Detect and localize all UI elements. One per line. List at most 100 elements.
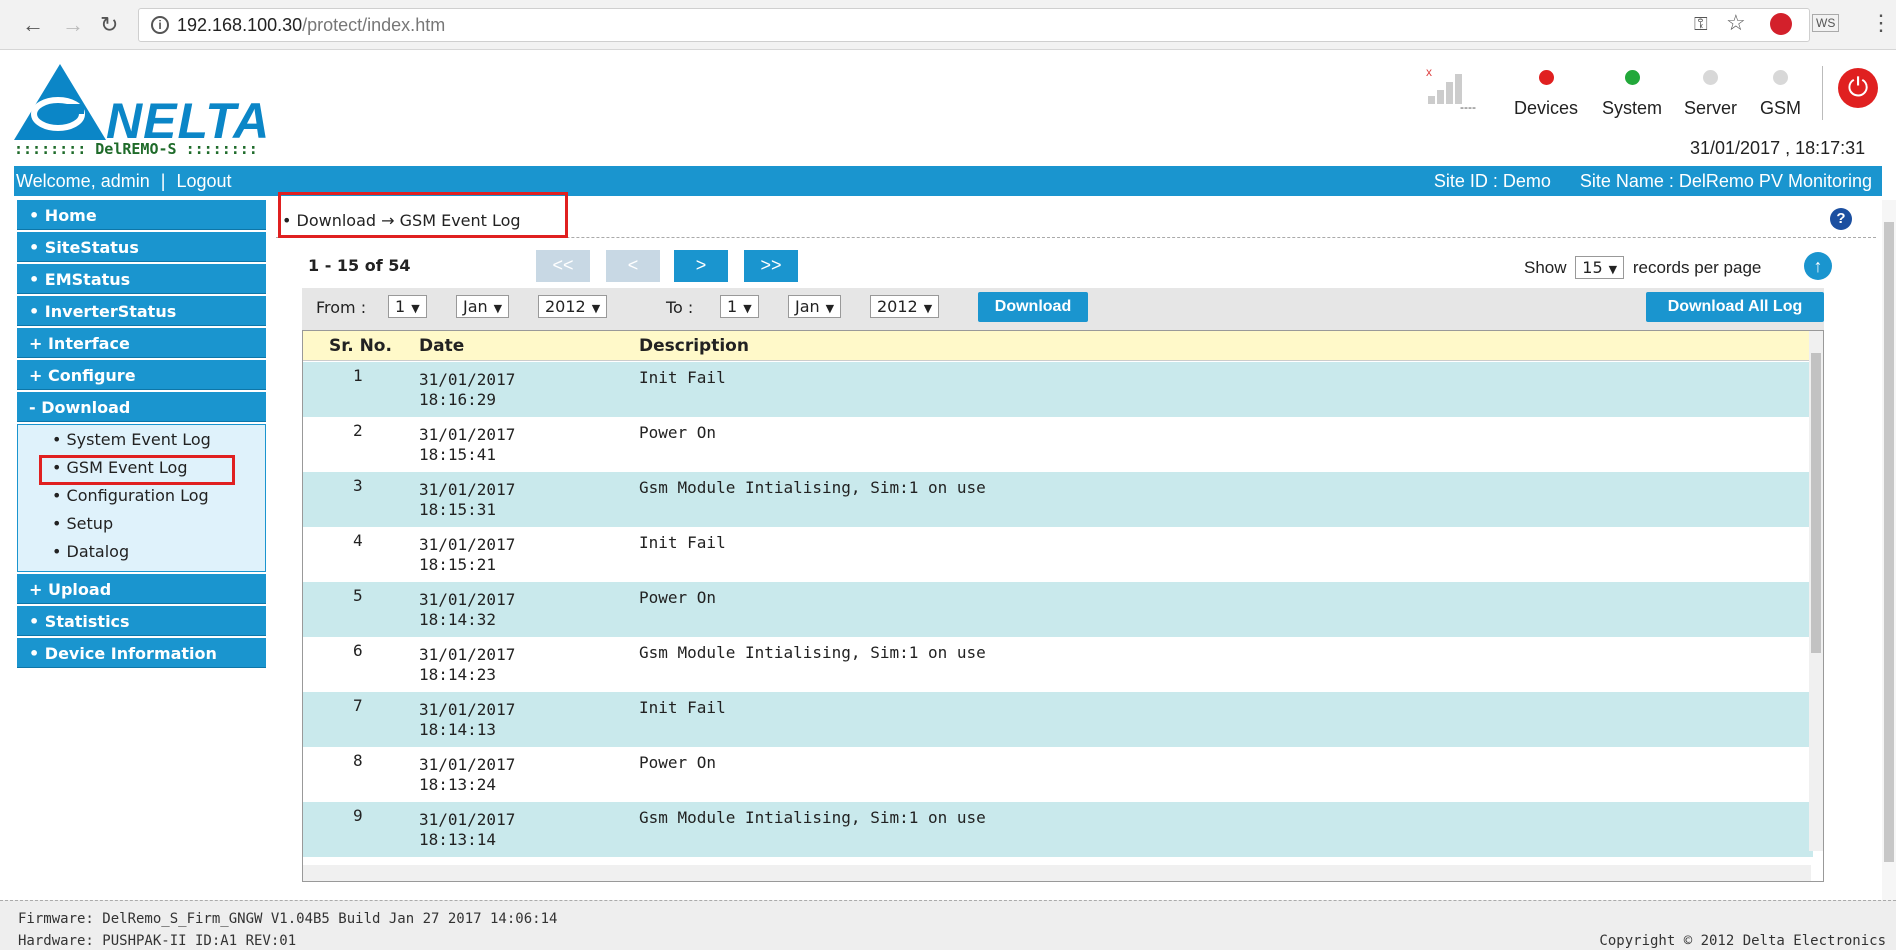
table-vertical-scrollbar[interactable] bbox=[1809, 331, 1823, 851]
reload-icon[interactable]: ↻ bbox=[100, 12, 118, 38]
sidebar-item-emstatus[interactable]: • EMStatus bbox=[17, 264, 266, 294]
sidebar-item-home[interactable]: • Home bbox=[17, 200, 266, 230]
to-day-value: 1 bbox=[727, 297, 738, 316]
address-bar[interactable]: i 192.168.100.30/protect/index.htm bbox=[138, 8, 1810, 42]
record-count: 1 - 15 of 54 bbox=[308, 256, 411, 275]
table-row: 2 31/01/2017 18:15:41 Power On bbox=[303, 417, 1813, 472]
status-dot-server bbox=[1703, 70, 1718, 85]
first-page-button[interactable]: << bbox=[536, 250, 590, 282]
copyright: Copyright © 2012 Delta Electronics bbox=[1599, 933, 1886, 949]
table-scroll-thumb[interactable] bbox=[1811, 353, 1821, 653]
cell-date-day: 31/01/2017 bbox=[419, 590, 516, 609]
sidebar-item-download[interactable]: - Download bbox=[17, 392, 266, 422]
cell-date-day: 31/01/2017 bbox=[419, 535, 516, 554]
prev-page-button[interactable]: < bbox=[606, 250, 660, 282]
extension-icon[interactable]: WS bbox=[1812, 14, 1840, 32]
next-page-button[interactable]: > bbox=[674, 250, 728, 282]
info-icon[interactable]: i bbox=[151, 16, 169, 34]
from-year-select[interactable]: 2012 ▼ bbox=[538, 295, 608, 318]
status-label-devices: Devices bbox=[1514, 98, 1579, 118]
chevron-down-icon: ▼ bbox=[411, 302, 420, 315]
cell-date-time: 18:13:14 bbox=[419, 830, 497, 849]
cell-date: 31/01/2017 18:14:32 bbox=[419, 590, 559, 630]
sidebar-subitem-system-event-log[interactable]: • System Event Log bbox=[18, 428, 265, 456]
to-month-select[interactable]: Jan ▼ bbox=[788, 295, 842, 318]
sidebar-item-configure[interactable]: + Configure bbox=[17, 360, 266, 390]
url-host: 192.168.100.30 bbox=[177, 15, 303, 35]
sidebar-item-interface[interactable]: + Interface bbox=[17, 328, 266, 358]
cell-sr: 9 bbox=[353, 806, 363, 825]
cell-description: Power On bbox=[639, 423, 717, 442]
col-header-date: Date bbox=[419, 336, 465, 356]
cell-date: 31/01/2017 18:13:14 bbox=[419, 810, 559, 850]
cell-description: Gsm Module Intialising, Sim:1 on use bbox=[639, 643, 986, 662]
cell-date-day: 31/01/2017 bbox=[419, 645, 516, 664]
site-name: Site Name : DelRemo PV Monitoring bbox=[1579, 171, 1872, 191]
download-button[interactable]: Download bbox=[978, 292, 1088, 322]
scroll-top-icon[interactable]: ↑ bbox=[1804, 252, 1832, 280]
table-horizontal-scrollbar[interactable] bbox=[303, 865, 1811, 881]
table-row: 5 31/01/2017 18:14:32 Power On bbox=[303, 582, 1813, 637]
table-body: 1 31/01/2017 18:16:29 Init Fail 2 31/01/2… bbox=[303, 362, 1813, 857]
cell-date-time: 18:15:31 bbox=[419, 500, 497, 519]
cell-date-time: 18:14:32 bbox=[419, 610, 497, 629]
sidebar-subitem-setup[interactable]: • Setup bbox=[18, 512, 265, 540]
chevron-down-icon: ▼ bbox=[825, 302, 835, 315]
sidebar-item-upload[interactable]: + Upload bbox=[17, 574, 266, 604]
key-icon[interactable]: ⚿ bbox=[1694, 14, 1708, 35]
page-scrollbar[interactable] bbox=[1882, 200, 1896, 900]
from-year-value: 2012 bbox=[545, 297, 586, 316]
from-day-select[interactable]: 1 ▼ bbox=[388, 295, 427, 318]
help-icon[interactable]: ? bbox=[1830, 208, 1852, 230]
cell-date-day: 31/01/2017 bbox=[419, 425, 516, 444]
chevron-down-icon: ▼ bbox=[743, 302, 752, 315]
per-page-select[interactable]: 15 ▼ bbox=[1575, 256, 1625, 279]
cell-date-day: 31/01/2017 bbox=[419, 480, 516, 499]
brand-subtitle: :::::::: DelREMO-S :::::::: bbox=[14, 140, 258, 158]
url-path: /protect/index.htm bbox=[302, 15, 446, 35]
signal-text: ---- bbox=[1460, 100, 1476, 114]
to-month-value: Jan bbox=[795, 297, 820, 316]
page-scroll-thumb[interactable] bbox=[1884, 222, 1894, 862]
cell-date-time: 18:14:23 bbox=[419, 665, 497, 684]
svg-text:x: x bbox=[1426, 66, 1432, 79]
adblock-icon[interactable] bbox=[1770, 13, 1792, 35]
sidebar-subitem-datalog[interactable]: • Datalog bbox=[18, 540, 265, 568]
forward-icon[interactable]: → bbox=[62, 12, 84, 38]
cell-date-day: 31/01/2017 bbox=[419, 700, 516, 719]
menu-icon[interactable]: ⋮ bbox=[1870, 10, 1892, 36]
sidebar-item-statistics[interactable]: • Statistics bbox=[17, 606, 266, 636]
download-all-log-button[interactable]: Download All Log bbox=[1646, 292, 1824, 322]
browser-toolbar: ← → ↻ i 192.168.100.30/protect/index.htm… bbox=[0, 0, 1896, 50]
cell-sr: 2 bbox=[353, 421, 363, 440]
breadcrumb-highlight bbox=[278, 192, 568, 238]
sidebar-item-device-information[interactable]: • Device Information bbox=[17, 638, 266, 668]
current-datetime: 31/01/2017 , 18:17:31 bbox=[1690, 138, 1866, 158]
show-label: Show bbox=[1524, 258, 1567, 277]
back-icon[interactable]: ← bbox=[22, 12, 44, 38]
header-divider bbox=[1822, 66, 1823, 120]
cell-sr: 8 bbox=[353, 751, 363, 770]
cell-sr: 7 bbox=[353, 696, 363, 715]
sidebar-subitem-configuration-log[interactable]: • Configuration Log bbox=[18, 484, 265, 512]
star-icon[interactable]: ☆ bbox=[1726, 10, 1746, 36]
table-header: Sr. No. Date Description bbox=[303, 331, 1813, 361]
cell-sr: 1 bbox=[353, 366, 363, 385]
sidebar-item-inverterstatus[interactable]: • InverterStatus bbox=[17, 296, 266, 326]
cell-sr: 6 bbox=[353, 641, 363, 660]
topbar-separator: | bbox=[160, 171, 166, 191]
status-label-system: System bbox=[1602, 98, 1663, 118]
to-year-value: 2012 bbox=[877, 297, 918, 316]
to-label: To : bbox=[666, 298, 694, 317]
status-dot-devices bbox=[1538, 70, 1554, 85]
to-day-select[interactable]: 1 ▼ bbox=[720, 295, 759, 318]
sidebar-subitem-gsm-event-log[interactable]: • GSM Event Log bbox=[39, 455, 235, 485]
logout-link[interactable]: Logout bbox=[176, 171, 231, 191]
power-icon[interactable]: ⏻ bbox=[1838, 68, 1878, 108]
sidebar-item-sitestatus[interactable]: • SiteStatus bbox=[17, 232, 266, 262]
last-page-button[interactable]: >> bbox=[744, 250, 798, 282]
cell-description: Power On bbox=[639, 753, 717, 772]
to-year-select[interactable]: 2012 ▼ bbox=[870, 295, 940, 318]
table-row: 1 31/01/2017 18:16:29 Init Fail bbox=[303, 362, 1813, 417]
from-month-select[interactable]: Jan ▼ bbox=[456, 295, 510, 318]
